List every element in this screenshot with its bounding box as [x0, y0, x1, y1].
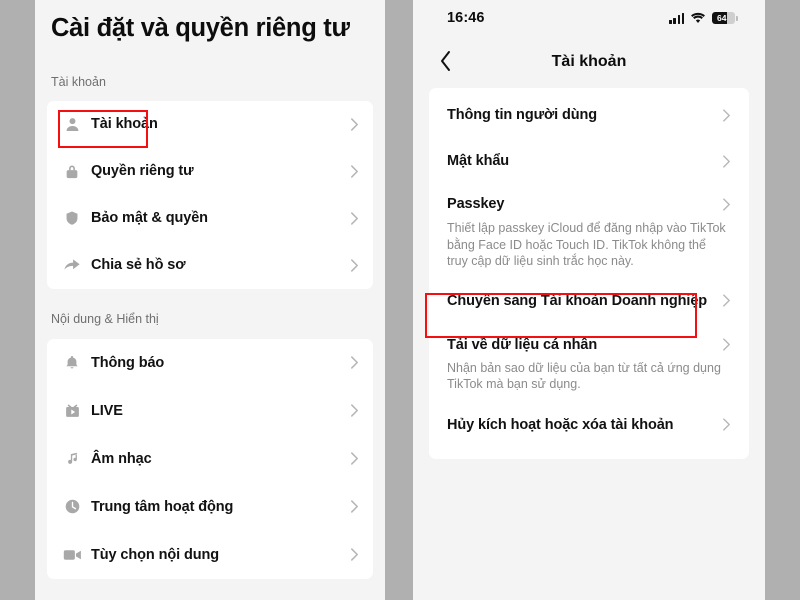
battery-icon: 64 — [712, 12, 738, 24]
sidebar-item-account[interactable]: Tài khoản — [47, 101, 373, 148]
account-row-deactivate-delete[interactable]: Hủy kích hoạt hoặc xóa tài khoản — [429, 399, 749, 451]
sidebar-item-label: Thông báo — [91, 354, 165, 371]
shield-icon — [61, 207, 83, 229]
download-data-description: Nhận bản sao dữ liệu của bạn từ tất cả ứ… — [447, 360, 721, 392]
sidebar-item-label: Bảo mật & quyền — [91, 210, 208, 226]
row-label: Chuyển sang Tài khoản Doanh nghiệp — [447, 292, 708, 309]
sidebar-item-label: Trung tâm hoạt động — [91, 498, 234, 515]
chevron-right-icon — [350, 117, 359, 132]
screenshot-stage: Cài đặt và quyền riêng tư Tài khoản Tài … — [0, 0, 800, 600]
content-display-section: Nội dung & Hiển thị Thông báo LIVE Âm nh… — [35, 313, 385, 579]
account-section-card: Tài khoản Quyền riêng tư Bảo mật & quyền… — [47, 100, 373, 289]
row-label: Tải về dữ liệu cá nhân — [447, 336, 598, 353]
clock-icon — [61, 496, 83, 518]
account-row-passkey[interactable]: Passkey — [429, 184, 749, 224]
sidebar-item-label: Chia sẻ hồ sơ — [91, 257, 186, 273]
bell-icon — [61, 352, 83, 374]
chevron-right-icon — [350, 164, 359, 179]
chevron-right-icon — [350, 211, 359, 226]
row-label: Hủy kích hoạt hoặc xóa tài khoản — [447, 416, 674, 433]
account-row-user-info[interactable]: Thông tin người dùng — [429, 92, 749, 138]
status-bar-indicators: 64 — [669, 12, 738, 24]
share-arrow-icon — [61, 254, 83, 276]
battery-percent-label: 64 — [716, 13, 727, 23]
page-title: Cài đặt và quyền riêng tư — [51, 14, 350, 42]
chevron-right-icon — [350, 355, 359, 370]
sidebar-item-label: Tài khoản — [91, 116, 158, 132]
chevron-right-icon — [722, 417, 731, 432]
sidebar-item-privacy[interactable]: Quyền riêng tư — [47, 148, 373, 195]
sidebar-item-label: Quyền riêng tư — [91, 163, 194, 179]
sidebar-item-music[interactable]: Âm nhạc — [47, 435, 373, 483]
sidebar-item-label: Tùy chọn nội dung — [91, 546, 219, 563]
nav-title: Tài khoản — [551, 53, 627, 70]
row-label: Passkey — [447, 196, 505, 212]
cellular-bars-icon — [669, 12, 685, 24]
sidebar-item-activity-center[interactable]: Trung tâm hoạt động — [47, 483, 373, 531]
status-bar-time: 16:46 — [447, 10, 485, 26]
account-row-switch-business[interactable]: Chuyển sang Tài khoản Doanh nghiệp — [429, 276, 749, 326]
account-row-password[interactable]: Mật khẩu — [429, 138, 749, 184]
chevron-right-icon — [722, 108, 731, 123]
chevron-right-icon — [722, 337, 731, 352]
chevron-right-icon — [350, 547, 359, 562]
sidebar-item-notifications[interactable]: Thông báo — [47, 339, 373, 387]
chevron-right-icon — [722, 293, 731, 308]
music-note-icon — [61, 448, 83, 470]
row-label: Thông tin người dùng — [447, 107, 598, 123]
chevron-right-icon — [350, 451, 359, 466]
chevron-right-icon — [722, 154, 731, 169]
status-bar: 16:46 64 — [413, 0, 765, 38]
account-screen: 16:46 64 Tài khoản Thông tin người dùng … — [413, 0, 765, 600]
sidebar-item-label: Âm nhạc — [91, 450, 152, 467]
lock-icon — [61, 160, 83, 182]
nav-bar: Tài khoản — [413, 38, 765, 88]
account-section: Tài khoản Tài khoản Quyền riêng tư Bảo m… — [35, 76, 385, 289]
section-header-content-display: Nội dung & Hiển thị — [51, 312, 159, 326]
sidebar-item-live[interactable]: LIVE — [47, 387, 373, 435]
chevron-right-icon — [722, 197, 731, 212]
section-header-account: Tài khoản — [51, 75, 106, 89]
passkey-description: Thiết lập passkey iCloud để đăng nhập và… — [447, 221, 726, 268]
sidebar-item-share-profile[interactable]: Chia sẻ hồ sơ — [47, 242, 373, 289]
row-label: Mật khẩu — [447, 153, 510, 169]
chevron-right-icon — [350, 499, 359, 514]
settings-privacy-screen: Cài đặt và quyền riêng tư Tài khoản Tài … — [35, 0, 385, 600]
sidebar-item-security[interactable]: Bảo mật & quyền — [47, 195, 373, 242]
account-row-download-data[interactable]: Tải về dữ liệu cá nhân — [429, 326, 749, 364]
account-settings-card: Thông tin người dùng Mật khẩu Passkey Th… — [429, 88, 749, 459]
person-icon — [61, 113, 83, 135]
sidebar-item-content-preferences[interactable]: Tùy chọn nội dung — [47, 531, 373, 579]
video-camera-icon — [61, 544, 83, 566]
wifi-icon — [690, 12, 706, 24]
chevron-right-icon — [350, 258, 359, 273]
tv-icon — [61, 400, 83, 422]
sidebar-item-label: LIVE — [91, 402, 123, 419]
content-display-section-card: Thông báo LIVE Âm nhạc Trung tâm hoạt độ… — [47, 338, 373, 579]
chevron-right-icon — [350, 403, 359, 418]
